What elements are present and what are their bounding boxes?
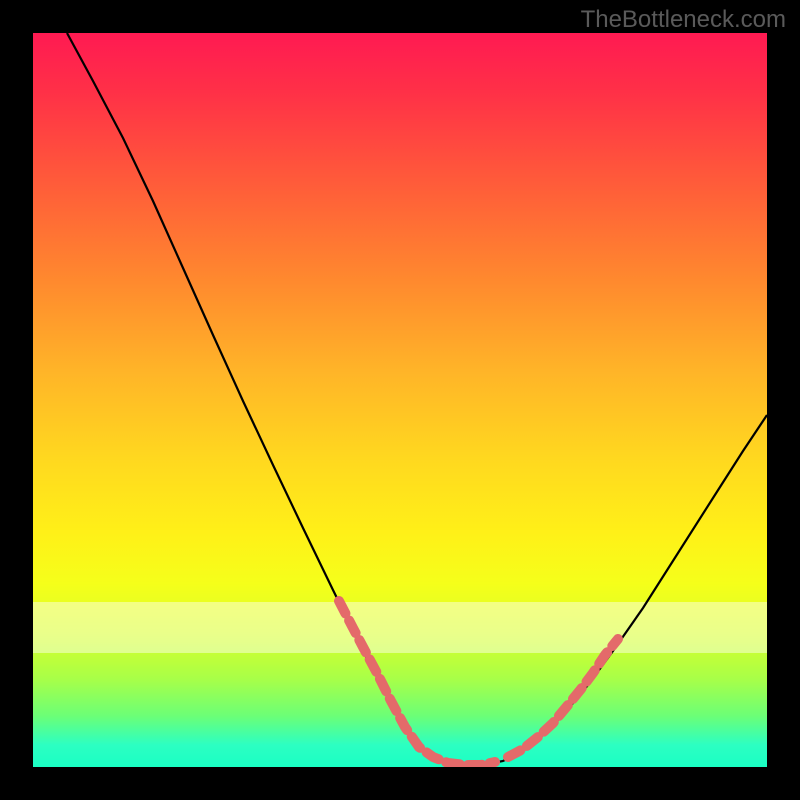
plot-area bbox=[33, 33, 767, 767]
salmon-dashes-left bbox=[339, 601, 495, 765]
watermark-text: TheBottleneck.com bbox=[581, 6, 786, 34]
chart-frame: TheBottleneck.com bbox=[0, 0, 800, 800]
salmon-dashes-right bbox=[508, 639, 618, 757]
main-curve bbox=[67, 33, 767, 765]
curve-layer bbox=[33, 33, 767, 767]
